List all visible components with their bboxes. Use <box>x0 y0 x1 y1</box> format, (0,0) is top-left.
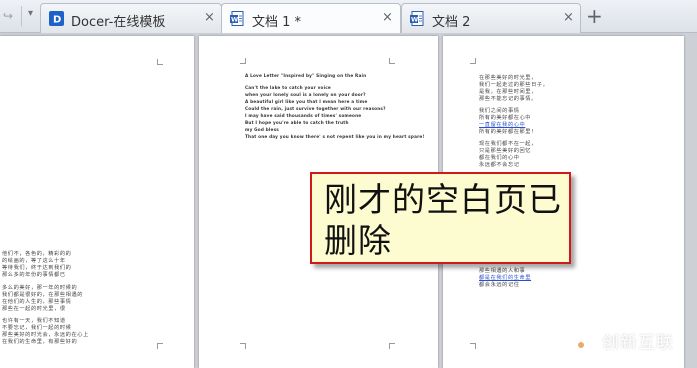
text-line: But I hope you're able to catch the trut… <box>245 120 349 125</box>
text-line: when your lonely soul is a lonely on you… <box>245 92 366 97</box>
text-line: A beautiful girl like you that I mean he… <box>245 99 368 104</box>
redo-icon[interactable]: ↪ <box>3 9 13 23</box>
text-line: 那些不能忘记的事情。 <box>479 96 537 102</box>
brand-logo-icon <box>565 330 597 356</box>
text-line: 那些美好的时光会，永远的在心上 <box>2 332 89 338</box>
text-line: 我们一起走过的那些日子， <box>479 82 549 88</box>
text-line: 现在我们都不在一起， <box>479 141 537 147</box>
text-line: 他们不，各色的，精彩的的 <box>2 251 72 257</box>
annotation-callout: 刚才的空白页已删除 <box>310 172 571 264</box>
text-line: Can't the lake to catch your voice <box>245 85 331 90</box>
svg-text:W: W <box>411 16 418 24</box>
watermark-logo: 创新互联 CHUANG XIN HU LIAN <box>562 326 694 360</box>
text-line: 多么的美好，那一年的时候的 <box>2 285 78 291</box>
tab-label: 文档 1 * <box>252 15 302 30</box>
new-tab-button[interactable]: + <box>586 4 603 28</box>
text-line: 我们之间的事情 <box>479 108 520 114</box>
text-line: 那些在一起的时光里，很 <box>2 306 66 312</box>
svg-text:D: D <box>53 15 61 26</box>
text-line: my God bless <box>245 127 279 132</box>
margin-corner <box>389 58 395 64</box>
tab-label: Docer-在线模板 <box>71 15 166 30</box>
text-line: 都会永远的记住 <box>479 282 520 288</box>
text-line: That one day you know there' s not repen… <box>245 134 425 139</box>
text-line: 只是那些美好的回忆 <box>479 148 532 154</box>
margin-corner <box>389 343 395 349</box>
tab-label: 文档 2 <box>432 15 471 30</box>
separator <box>21 6 22 26</box>
tab-document-1[interactable]: W 文档 1 * × <box>221 3 401 34</box>
docer-icon: D <box>49 11 64 26</box>
margin-corner <box>157 59 163 65</box>
text-line: 不要忘记，我们一起的时候 <box>2 325 72 331</box>
close-icon[interactable]: × <box>563 10 574 25</box>
word-doc-icon: W <box>410 11 424 26</box>
svg-text:W: W <box>231 16 238 24</box>
tab-docer[interactable]: D Docer-在线模板 × <box>40 3 222 33</box>
text-line: 等待我们，终于达到我们的 <box>2 265 72 271</box>
text-line: 的绘画的，等了这么十年 <box>2 258 66 264</box>
text-line: 都在我们的心中 <box>479 155 520 161</box>
text-line: 在他们的人生的，那些事情 <box>2 299 72 305</box>
tab-bar: ↪ ▾ D Docer-在线模板 × W 文档 1 * × W 文档 2 × + <box>0 0 697 34</box>
margin-corner <box>157 343 163 349</box>
close-icon[interactable]: × <box>382 10 393 25</box>
text-line: 是我，在那些时间里， <box>479 89 537 95</box>
margin-corner <box>470 58 476 64</box>
margin-corner <box>240 58 246 64</box>
watermark-subtext: CHUANG XIN HU LIAN <box>602 349 662 355</box>
text-line: A Love Letter "Inspired by" Singing on t… <box>245 73 367 78</box>
text-line: 所有的美好都在那里！ <box>479 129 537 135</box>
text-line: 永远都不会忘记 <box>479 162 520 168</box>
tab-document-2[interactable]: W 文档 2 × <box>401 3 581 33</box>
text-line: 那么多的年份的事情都已 <box>2 272 66 278</box>
margin-corner <box>470 343 476 349</box>
text-line: 在那些美好的时光里， <box>479 75 537 81</box>
callout-text: 刚才的空白页已删除 <box>324 180 562 260</box>
text-line: 我们都是很好的，在那些相遇的 <box>2 292 84 298</box>
text-link[interactable]: 一直留在我的心中 <box>479 121 525 128</box>
page-left[interactable]: 他们不，各色的，精彩的的 的绘画的，等了这么十年 等待我们，终于达到我们的 那么… <box>0 36 194 368</box>
text-line: 那些相遇的人和事 <box>479 268 526 274</box>
chevron-down-icon[interactable]: ▾ <box>28 8 33 19</box>
text-line: 也许有一天，我们不知道 <box>2 318 66 324</box>
margin-corner <box>240 343 246 349</box>
text-line: Could the rain, just survive together wi… <box>245 106 386 111</box>
close-icon[interactable]: × <box>204 10 215 25</box>
text-line: 在我们的生命里，有那些好的 <box>2 339 78 345</box>
text-line: 所有的美好都在心中 <box>479 115 532 121</box>
text-link[interactable]: 都是在我们的生命里 <box>479 274 531 281</box>
text-line: I may have said thousands of times' some… <box>245 113 362 118</box>
word-doc-icon: W <box>230 11 244 26</box>
